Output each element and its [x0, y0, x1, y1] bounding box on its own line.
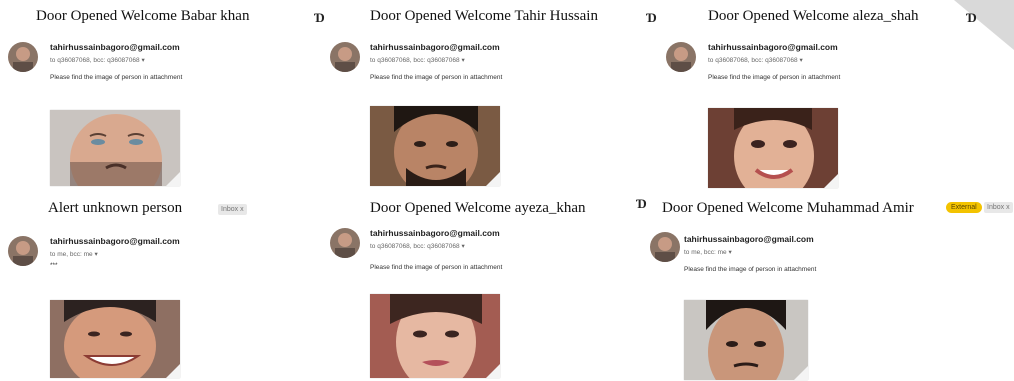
page-fold	[486, 172, 500, 186]
message-body: Please find the image of person in attac…	[708, 74, 841, 81]
email-panel-tahir-hussain[interactable]: Door Opened Welcome Tahir Hussain Ɗ tahi…	[330, 0, 660, 190]
attachment-image[interactable]	[370, 106, 500, 186]
page-fold	[166, 364, 180, 378]
avatar	[8, 236, 38, 266]
recipients-line[interactable]: to q36087068, bcc: q36087068 ▾	[370, 242, 465, 250]
email-panel-alert-unknown[interactable]: Alert unknown person Inbox x tahirhussai…	[0, 190, 330, 381]
external-chip: External	[946, 202, 982, 213]
attachment-image[interactable]	[50, 300, 180, 378]
email-panel-ayeza-khan[interactable]: Door Opened Welcome ayeza_khan Ɗ tahirhu…	[330, 190, 650, 381]
sender-email[interactable]: tahirhussainbagoro@gmail.com	[370, 42, 500, 52]
inbox-chip[interactable]: Inbox x	[984, 202, 1013, 213]
avatar	[8, 42, 38, 72]
chevron-down-icon[interactable]: ▾	[94, 251, 97, 258]
page-fold	[486, 364, 500, 378]
message-body: ***	[50, 262, 58, 269]
chevron-down-icon[interactable]: ▾	[799, 57, 802, 64]
attachment-image[interactable]	[50, 110, 180, 186]
email-subject: Door Opened Welcome Tahir Hussain	[370, 8, 598, 24]
email-panel-muhammad-amir[interactable]: Door Opened Welcome Muhammad Amir Extern…	[650, 190, 1014, 381]
sender-email[interactable]: tahirhussainbagoro@gmail.com	[50, 42, 180, 52]
message-body: Please find the image of person in attac…	[50, 74, 183, 81]
chevron-down-icon[interactable]: ▾	[461, 57, 464, 64]
sender-email[interactable]: tahirhussainbagoro@gmail.com	[708, 42, 838, 52]
recipients-text: to me, bcc: me	[50, 251, 93, 258]
label-icon[interactable]: Ɗ	[646, 10, 657, 26]
label-icon[interactable]: Ɗ	[636, 196, 647, 212]
page-fold	[824, 174, 838, 188]
sender-email[interactable]: tahirhussainbagoro@gmail.com	[370, 228, 500, 238]
sender-email[interactable]: tahirhussainbagoro@gmail.com	[50, 236, 180, 246]
recipients-line[interactable]: to q36087068, bcc: q36087068 ▾	[50, 56, 145, 64]
message-body: Please find the image of person in attac…	[370, 74, 503, 81]
inbox-chip[interactable]: Inbox x	[218, 204, 247, 215]
email-panel-babar-khan[interactable]: Door Opened Welcome Babar khan Ɗ tahirhu…	[0, 0, 330, 190]
recipients-text: to me, bcc: me	[684, 249, 727, 256]
recipients-line[interactable]: to q36087068, bcc: q36087068 ▾	[370, 56, 465, 64]
message-body: Please find the image of person in attac…	[684, 266, 817, 273]
avatar	[330, 228, 360, 258]
attachment-image[interactable]	[684, 300, 808, 380]
chevron-down-icon[interactable]: ▾	[728, 249, 731, 256]
email-subject: Door Opened Welcome ayeza_khan	[370, 200, 586, 216]
recipients-line[interactable]: to q36087068, bcc: q36087068 ▾	[708, 56, 803, 64]
sender-email[interactable]: tahirhussainbagoro@gmail.com	[684, 234, 814, 244]
page-fold	[794, 366, 808, 380]
email-panel-aleza-shah[interactable]: Door Opened Welcome aleza_shah Ɗ tahirhu…	[660, 0, 1014, 190]
label-icon[interactable]: Ɗ	[966, 10, 977, 26]
avatar	[330, 42, 360, 72]
email-subject: Door Opened Welcome Muhammad Amir	[662, 200, 914, 216]
email-subject: Door Opened Welcome aleza_shah	[708, 8, 919, 24]
avatar	[650, 232, 680, 262]
attachment-image[interactable]	[370, 294, 500, 378]
avatar	[666, 42, 696, 72]
message-body: Please find the image of person in attac…	[370, 264, 503, 271]
recipients-text: to q36087068, bcc: q36087068	[708, 57, 798, 64]
attachment-image[interactable]	[708, 108, 838, 188]
email-subject: Alert unknown person	[48, 200, 183, 216]
recipients-line[interactable]: to me, bcc: me ▾	[50, 250, 98, 258]
email-subject: Door Opened Welcome Babar khan	[36, 8, 250, 24]
recipients-text: to q36087068, bcc: q36087068	[50, 57, 140, 64]
label-icon[interactable]: Ɗ	[314, 10, 325, 26]
page-fold	[166, 172, 180, 186]
chevron-down-icon[interactable]: ▾	[141, 57, 144, 64]
recipients-text: to q36087068, bcc: q36087068	[370, 243, 460, 250]
recipients-line[interactable]: to me, bcc: me ▾	[684, 248, 732, 256]
recipients-text: to q36087068, bcc: q36087068	[370, 57, 460, 64]
chevron-down-icon[interactable]: ▾	[461, 243, 464, 250]
